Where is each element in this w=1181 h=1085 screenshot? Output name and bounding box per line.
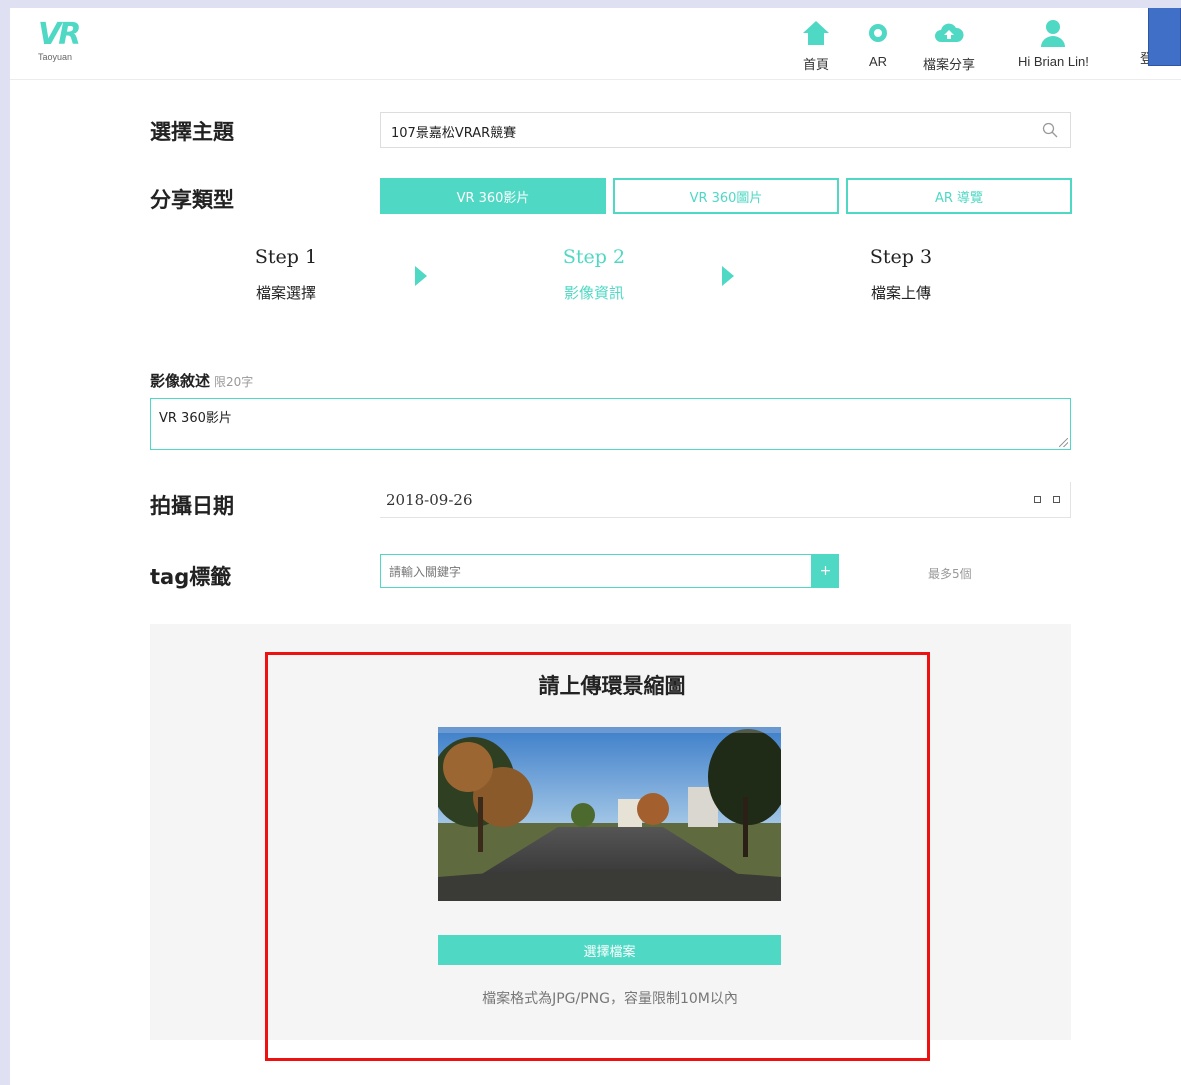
- nav-ar-label: AR: [868, 54, 888, 69]
- topic-value: 107景嘉松VRAR競賽: [391, 126, 517, 141]
- nav-home-label: 首頁: [802, 57, 829, 72]
- step-3-subtitle: 檔案上傳: [870, 284, 931, 302]
- share-type-label: 分享類型: [150, 188, 234, 212]
- add-tag-button[interactable]: +: [812, 554, 839, 588]
- description-value: VR 360影片: [159, 411, 232, 426]
- blue-corner-tab: [1148, 8, 1181, 66]
- step-2-title: Step 2: [562, 246, 626, 268]
- calendar-icon[interactable]: [1053, 496, 1060, 503]
- step-2: Step 2 影像資訊: [534, 246, 654, 303]
- step-3-title: Step 3: [869, 246, 933, 268]
- top-navbar: VR Taoyuan 首頁 AR 檔案分享 Hi Brian Lin!: [10, 8, 1181, 80]
- nav-home[interactable]: 首頁: [801, 18, 831, 74]
- description-label: 影像敘述 限20字: [150, 370, 253, 391]
- step-1-subtitle: 檔案選擇: [255, 284, 316, 302]
- share-type-vr-video-button[interactable]: VR 360影片: [380, 178, 606, 214]
- description-textarea[interactable]: VR 360影片: [150, 398, 1071, 450]
- topic-label: 選擇主題: [150, 120, 234, 144]
- page: VR Taoyuan 首頁 AR 檔案分享 Hi Brian Lin! 選擇主題…: [10, 8, 1181, 1085]
- nav-file-share-label: 檔案分享: [923, 57, 976, 72]
- tag-limit-note: 最多5個: [928, 567, 972, 581]
- description-hint: 限20字: [214, 375, 254, 389]
- tag-input[interactable]: 請輸入關鍵字: [380, 554, 812, 588]
- step-3: Step 3 檔案上傳: [841, 246, 961, 303]
- description-label-text: 影像敘述: [150, 372, 211, 390]
- step-1: Step 1 檔案選擇: [226, 246, 346, 303]
- search-icon[interactable]: [1042, 122, 1058, 138]
- nav-user[interactable]: Hi Brian Lin!: [1018, 18, 1089, 74]
- tag-placeholder: 請輸入關鍵字: [389, 565, 462, 579]
- cloud-upload-icon: [934, 18, 964, 48]
- user-icon: [1038, 18, 1068, 48]
- nav-file-share[interactable]: 檔案分享: [923, 18, 975, 74]
- step-1-title: Step 1: [254, 246, 318, 268]
- topic-search-field[interactable]: 107景嘉松VRAR競賽: [380, 112, 1071, 148]
- red-highlight-box: [265, 652, 930, 1061]
- step-arrow-icon: [722, 266, 734, 286]
- logo-mark: VR: [38, 17, 81, 52]
- nav-user-label: Hi Brian Lin!: [1018, 54, 1089, 69]
- ar-circle-icon: [863, 18, 893, 48]
- home-icon: [801, 18, 831, 48]
- shoot-date-input[interactable]: 2018-09-26: [380, 482, 1071, 518]
- shoot-date-label: 拍攝日期: [150, 494, 234, 518]
- vr-taoyuan-logo[interactable]: VR Taoyuan: [38, 20, 118, 70]
- date-clear-icon[interactable]: [1034, 496, 1041, 503]
- share-type-vr-image-button[interactable]: VR 360圖片: [613, 178, 839, 214]
- logo-subtitle: Taoyuan: [38, 52, 73, 62]
- step-arrow-icon: [415, 266, 427, 286]
- step-2-subtitle: 影像資訊: [563, 284, 624, 302]
- share-type-ar-guide-button[interactable]: AR 導覽: [846, 178, 1072, 214]
- resize-handle[interactable]: [1059, 438, 1068, 447]
- nav-ar[interactable]: AR: [863, 18, 893, 74]
- tag-label: tag標籤: [150, 565, 232, 589]
- shoot-date-value: 2018-09-26: [386, 491, 473, 509]
